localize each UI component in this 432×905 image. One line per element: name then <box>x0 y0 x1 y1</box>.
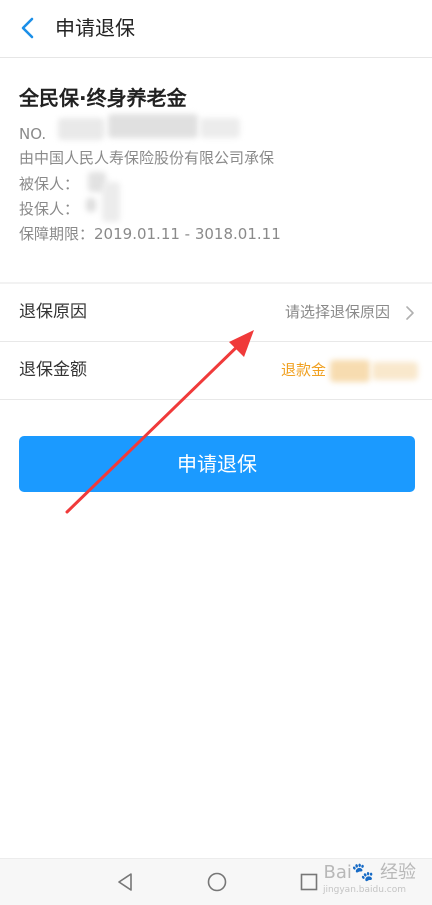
refund-reason-label: 退保原因 <box>19 302 87 322</box>
applicant-line: 投保人： <box>19 199 79 219</box>
nav-home-icon[interactable] <box>206 871 228 893</box>
redacted-applicant-2 <box>102 182 120 222</box>
policy-number-label: NO. <box>19 125 47 143</box>
refund-reason-row[interactable]: 退保原因 请选择退保原因 <box>0 284 432 342</box>
product-name: 全民保·终身养老金 <box>19 86 187 110</box>
insurer-line: 由中国人民人寿保险股份有限公司承保 <box>19 149 275 167</box>
period-label: 保障期限： <box>19 225 95 243</box>
app-header: 申请退保 <box>0 0 432 58</box>
period-line: 保障期限：2019.01.11 - 3018.01.11 <box>19 224 281 244</box>
redacted-policy-number <box>58 118 104 140</box>
redacted-amount <box>330 360 370 382</box>
refund-reason-placeholder[interactable]: 请选择退保原因 <box>285 302 390 322</box>
redacted-amount-2 <box>372 362 418 380</box>
redacted-policy-number-2 <box>108 114 198 138</box>
policy-number-line: NO. <box>19 124 46 144</box>
chevron-right-icon <box>406 306 414 320</box>
system-nav-bar: Bai🐾 经验 jingyan.baidu.com <box>0 858 432 905</box>
page-title: 申请退保 <box>55 16 135 40</box>
submit-refund-button[interactable]: 申请退保 <box>19 436 415 492</box>
insured-line: 被保人： <box>19 174 79 194</box>
refund-amount-row: 退保金额 退款金 <box>0 342 432 400</box>
watermark-url: jingyan.baidu.com <box>322 885 406 895</box>
refund-amount-label: 退保金额 <box>19 360 87 380</box>
period-value: 2019.01.11 - 3018.01.11 <box>94 225 281 243</box>
back-arrow-icon[interactable] <box>14 14 42 42</box>
nav-recents-icon[interactable] <box>298 871 320 893</box>
redacted-policy-number-3 <box>200 118 240 138</box>
watermark-logo: Bai🐾 经验 <box>323 862 416 883</box>
refund-amount-value: 退款金 <box>281 361 327 379</box>
applicant-label: 投保人： <box>19 200 80 218</box>
insured-label: 被保人： <box>19 175 80 193</box>
policy-card: 全民保·终身养老金 NO. 由中国人民人寿保险股份有限公司承保 被保人： 投保人… <box>0 58 432 282</box>
nav-back-icon[interactable] <box>114 871 136 893</box>
redacted-applicant <box>86 198 96 212</box>
